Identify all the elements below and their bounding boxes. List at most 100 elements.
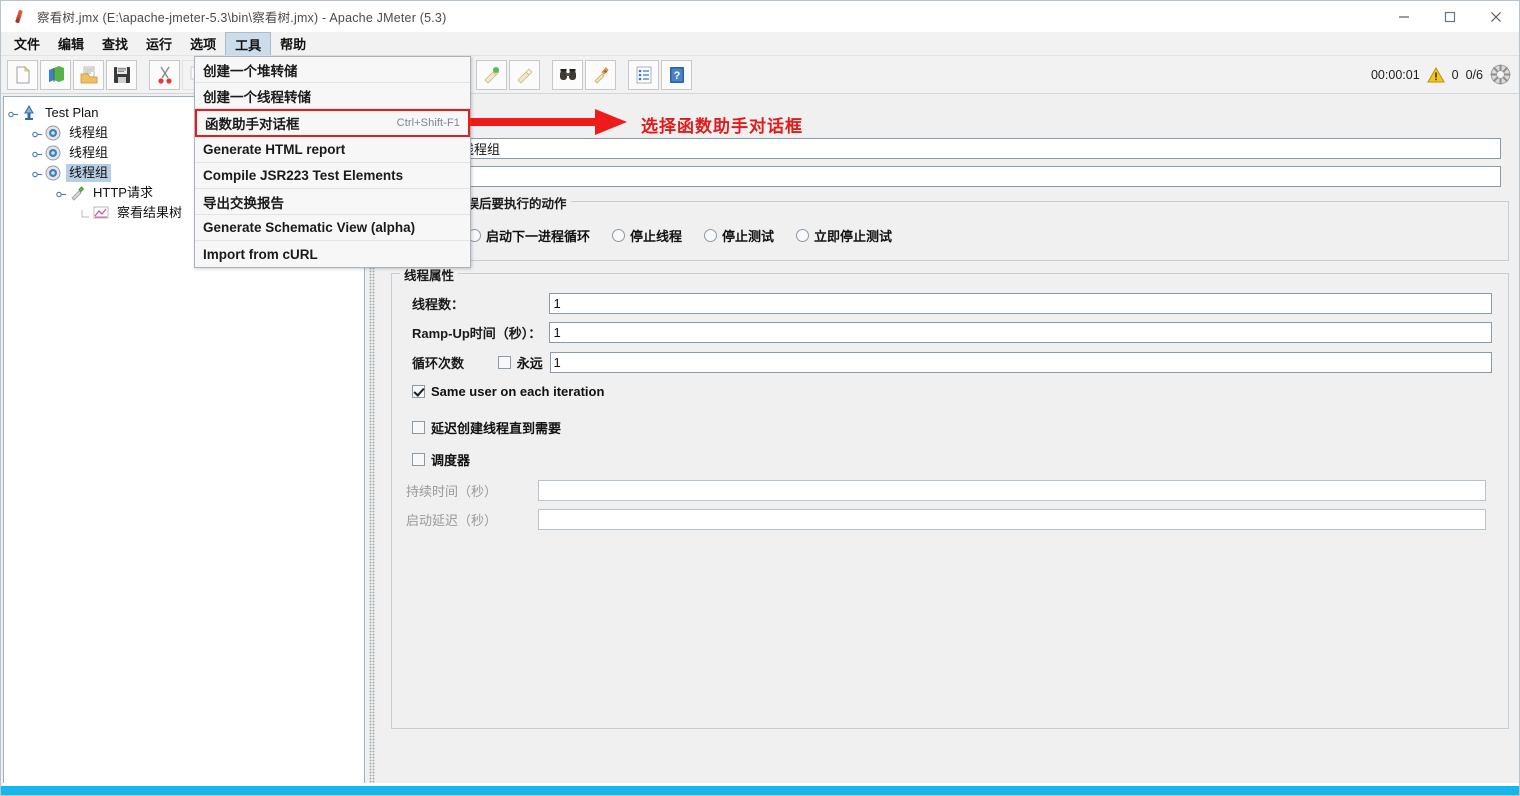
tree-node-label: 线程组 bbox=[66, 164, 112, 182]
tree-node-label: 线程组 bbox=[69, 145, 109, 160]
duration-input[interactable] bbox=[538, 480, 1486, 501]
annotation-text: 选择函数助手对话框 bbox=[641, 117, 803, 136]
name-input[interactable] bbox=[457, 138, 1501, 159]
svg-text:?: ? bbox=[673, 70, 680, 82]
radio-start-next-loop[interactable]: 启动下一进程循环 bbox=[468, 226, 590, 245]
tree-node-label: 线程组 bbox=[69, 125, 109, 140]
startup-delay-input[interactable] bbox=[538, 509, 1486, 530]
radio-stop-test-now[interactable]: 立即停止测试 bbox=[796, 226, 892, 245]
expand-handle-icon[interactable] bbox=[56, 188, 67, 199]
expand-handle-icon[interactable] bbox=[32, 128, 43, 139]
warning-triangle-icon[interactable] bbox=[1426, 66, 1445, 83]
menu-item-generate-schematic-view[interactable]: Generate Schematic View (alpha) bbox=[195, 215, 470, 241]
menu-item-compile-jsr223[interactable]: Compile JSR223 Test Elements bbox=[195, 163, 470, 189]
delay-thread-creation-label: 延迟创建线程直到需要 bbox=[431, 421, 562, 436]
templates-button[interactable] bbox=[40, 59, 71, 90]
open-button[interactable] bbox=[73, 59, 104, 90]
warning-count: 0 bbox=[1451, 67, 1459, 82]
radio-label: 停止测试 bbox=[722, 229, 775, 244]
startup-delay-row: 启动延迟（秒） bbox=[406, 509, 1496, 530]
menu-item-generate-html-report[interactable]: Generate HTML report bbox=[195, 137, 470, 163]
menu-item-thread-dump[interactable]: 创建一个线程转储 bbox=[195, 83, 470, 109]
tree-node-label: Test Plan bbox=[45, 105, 99, 120]
tree-node-label: HTTP请求 bbox=[93, 185, 153, 200]
save-button[interactable] bbox=[106, 59, 137, 90]
thread-group-icon bbox=[44, 144, 62, 162]
rampup-label: Ramp-Up时间（秒）： bbox=[412, 326, 542, 341]
duration-label: 持续时间（秒） bbox=[406, 484, 498, 499]
clear-button[interactable] bbox=[476, 59, 507, 90]
thread-group-icon bbox=[44, 124, 62, 142]
activity-gear-icon bbox=[1490, 64, 1511, 85]
menu-item-heap-dump[interactable]: 创建一个堆转储 bbox=[195, 57, 470, 83]
thread-count: 0/6 bbox=[1465, 67, 1483, 82]
threads-label: 线程数： bbox=[412, 297, 465, 312]
clear-all-button[interactable] bbox=[509, 59, 540, 90]
menu-run[interactable]: 运行 bbox=[137, 32, 181, 55]
loop-label: 循环次数 bbox=[412, 356, 465, 371]
http-request-icon bbox=[68, 184, 86, 202]
menu-item-label: 创建一个线程转储 bbox=[203, 89, 311, 105]
leaf-handle-icon bbox=[80, 208, 91, 219]
checkbox-box-icon bbox=[412, 453, 425, 466]
loop-row: 循环次数 永远 bbox=[412, 352, 1493, 373]
menu-item-export-transactions-report[interactable]: 导出交换报告 bbox=[195, 189, 470, 215]
jmeter-feather-icon bbox=[13, 9, 29, 25]
threads-input[interactable] bbox=[549, 293, 1492, 314]
function-list-button[interactable] bbox=[628, 59, 659, 90]
menu-item-label: Compile JSR223 Test Elements bbox=[203, 168, 404, 183]
forever-checkbox[interactable]: 永远 bbox=[497, 353, 550, 372]
thread-group-icon bbox=[44, 164, 62, 182]
radio-stop-thread[interactable]: 停止线程 bbox=[612, 226, 682, 245]
menu-item-import-from-curl[interactable]: Import from cURL bbox=[195, 241, 470, 267]
same-user-checkbox[interactable]: Same user on each iteration bbox=[412, 384, 604, 399]
duration-row: 持续时间（秒） bbox=[406, 480, 1496, 501]
status-cluster: 00:00:01 0 0/6 bbox=[1371, 64, 1511, 85]
menu-help[interactable]: 帮助 bbox=[271, 32, 315, 55]
radio-label: 立即停止测试 bbox=[814, 229, 893, 244]
menu-item-function-helper-dialog[interactable]: 函数助手对话框 Ctrl+Shift-F1 bbox=[195, 109, 470, 137]
menu-tools[interactable]: 工具 bbox=[225, 32, 272, 55]
rampup-input[interactable] bbox=[549, 322, 1492, 343]
menu-file[interactable]: 文件 bbox=[5, 32, 49, 55]
rampup-row: Ramp-Up时间（秒）： bbox=[412, 322, 1492, 343]
menu-item-label: Generate HTML report bbox=[203, 142, 346, 157]
menu-search[interactable]: 查找 bbox=[93, 32, 137, 55]
menu-item-label: 导出交换报告 bbox=[203, 195, 284, 211]
help-button[interactable]: ? bbox=[661, 59, 692, 90]
thread-properties-group: 线程属性 线程数： Ramp-Up时间（秒）： 循环次数 永远 Same use bbox=[391, 265, 1509, 729]
new-button[interactable] bbox=[7, 59, 38, 90]
minimize-icon[interactable] bbox=[1381, 1, 1427, 32]
menu-options[interactable]: 选项 bbox=[181, 32, 225, 55]
startup-delay-label: 启动延迟（秒） bbox=[406, 513, 498, 528]
os-taskbar bbox=[1, 786, 1519, 795]
reset-search-button[interactable] bbox=[585, 59, 616, 90]
name-row: 名称： bbox=[391, 138, 1509, 159]
error-action-group: 在取样器错误后要执行的动作 启动下一进程循环 停止线程 停止测试 立即停止测试 bbox=[391, 193, 1509, 261]
expand-handle-icon[interactable] bbox=[32, 148, 43, 159]
menu-edit[interactable]: 编辑 bbox=[49, 32, 93, 55]
thread-group-panel: 名称： 注释： 在取样器错误后要执行的动作 启动下一进程循环 停止线程 bbox=[379, 96, 1517, 786]
loop-count-input[interactable] bbox=[549, 352, 1493, 373]
radio-circle-icon bbox=[612, 229, 626, 242]
search-button[interactable] bbox=[552, 59, 583, 90]
tools-dropdown-menu: 创建一个堆转储 创建一个线程转储 函数助手对话框 Ctrl+Shift-F1 G… bbox=[194, 56, 471, 268]
expand-handle-icon[interactable] bbox=[8, 108, 19, 119]
menu-item-label: Generate Schematic View (alpha) bbox=[203, 220, 416, 235]
close-icon[interactable] bbox=[1473, 1, 1519, 32]
maximize-icon[interactable] bbox=[1427, 1, 1473, 32]
forever-label: 永远 bbox=[516, 356, 543, 371]
radio-stop-test[interactable]: 停止测试 bbox=[704, 226, 774, 245]
checkbox-box-icon bbox=[412, 385, 425, 398]
window-title: 察看树.jmx (E:\apache-jmeter-5.3\bin\察看树.jm… bbox=[37, 11, 447, 25]
radio-label: 启动下一进程循环 bbox=[486, 229, 591, 244]
same-user-label: Same user on each iteration bbox=[431, 384, 605, 399]
cut-button[interactable] bbox=[149, 59, 180, 90]
scheduler-label: 调度器 bbox=[431, 453, 471, 468]
radio-circle-icon bbox=[796, 229, 810, 242]
test-plan-icon bbox=[20, 104, 38, 122]
expand-handle-icon[interactable] bbox=[32, 168, 43, 179]
comment-input[interactable] bbox=[457, 166, 1501, 187]
scheduler-checkbox[interactable]: 调度器 bbox=[412, 450, 470, 469]
delay-thread-creation-checkbox[interactable]: 延迟创建线程直到需要 bbox=[412, 418, 561, 437]
